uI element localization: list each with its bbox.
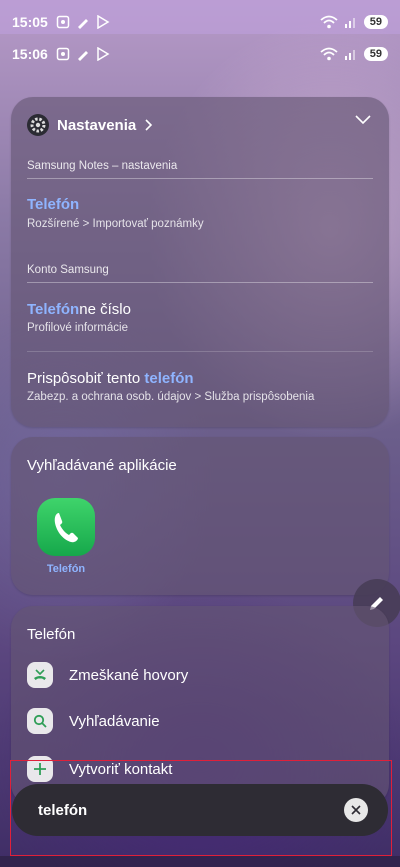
screenshot-icon — [56, 15, 70, 29]
settings-results-card: Nastavenia Samsung Notes – nastavenia Te… — [11, 97, 389, 427]
notification-icons — [56, 47, 110, 61]
action-label: Vyhľadávanie — [69, 712, 160, 730]
settings-gear-icon — [27, 114, 49, 136]
highlight-box — [10, 760, 392, 856]
result-prisposobit-telefon[interactable]: Prispôsobiť tento telefón — [27, 370, 194, 387]
screenshot-icon — [56, 47, 70, 61]
action-label: Zmeškané hovory — [69, 666, 189, 684]
section-divider — [27, 282, 373, 283]
signal-icon — [344, 18, 355, 28]
section-title-samsung-notes: Samsung Notes – nastavenia — [27, 160, 178, 172]
wifi-icon — [320, 15, 338, 29]
result-subtitle: Zabezp. a ochrana osob. údajov > Služba … — [27, 391, 315, 403]
apps-section-title: Vyhľadávané aplikácie — [27, 457, 177, 474]
result-subtitle: Profilové informácie — [27, 322, 128, 334]
result-telefonne-cislo[interactable]: Telefónne číslo — [27, 301, 131, 318]
settings-header[interactable]: Nastavenia — [27, 113, 154, 137]
chevron-right-icon — [145, 119, 153, 131]
battery-indicator: 59 — [363, 47, 388, 61]
status-bar: 15:05 59 — [0, 8, 400, 36]
action-search[interactable]: Vyhľadávanie — [27, 708, 160, 734]
edit-icon — [77, 51, 88, 61]
phone-app-icon[interactable] — [37, 498, 95, 556]
phone-app-label: Telefón — [46, 563, 86, 575]
search-icon — [27, 708, 53, 734]
battery-indicator: 59 — [363, 15, 388, 29]
result-subtitle: Rozšírené > Importovať poznámky — [27, 218, 204, 230]
status-bar-secondary: 15:06 59 — [0, 40, 400, 68]
notification-icons — [56, 15, 110, 29]
section-title-samsung-account: Konto Samsung — [27, 264, 109, 276]
result-telefon-notes[interactable]: Telefón — [27, 196, 79, 213]
phone-section-title: Telefón — [27, 626, 76, 643]
play-store-icon — [97, 47, 110, 61]
missed-call-icon — [27, 662, 53, 688]
item-divider — [27, 351, 373, 352]
chevron-down-icon[interactable] — [355, 115, 371, 125]
settings-title: Nastavenia — [57, 116, 137, 134]
status-time: 15:05 — [12, 14, 48, 30]
searched-apps-card: Vyhľadávané aplikácie Telefón — [11, 437, 389, 595]
action-missed-calls[interactable]: Zmeškané hovory — [27, 662, 188, 688]
status-time: 15:06 — [12, 46, 48, 62]
edit-icon — [77, 19, 88, 29]
section-divider — [27, 178, 373, 179]
navigation-bar — [0, 856, 400, 867]
wifi-icon — [320, 47, 338, 61]
play-store-icon — [97, 15, 110, 29]
signal-icon — [344, 50, 355, 60]
